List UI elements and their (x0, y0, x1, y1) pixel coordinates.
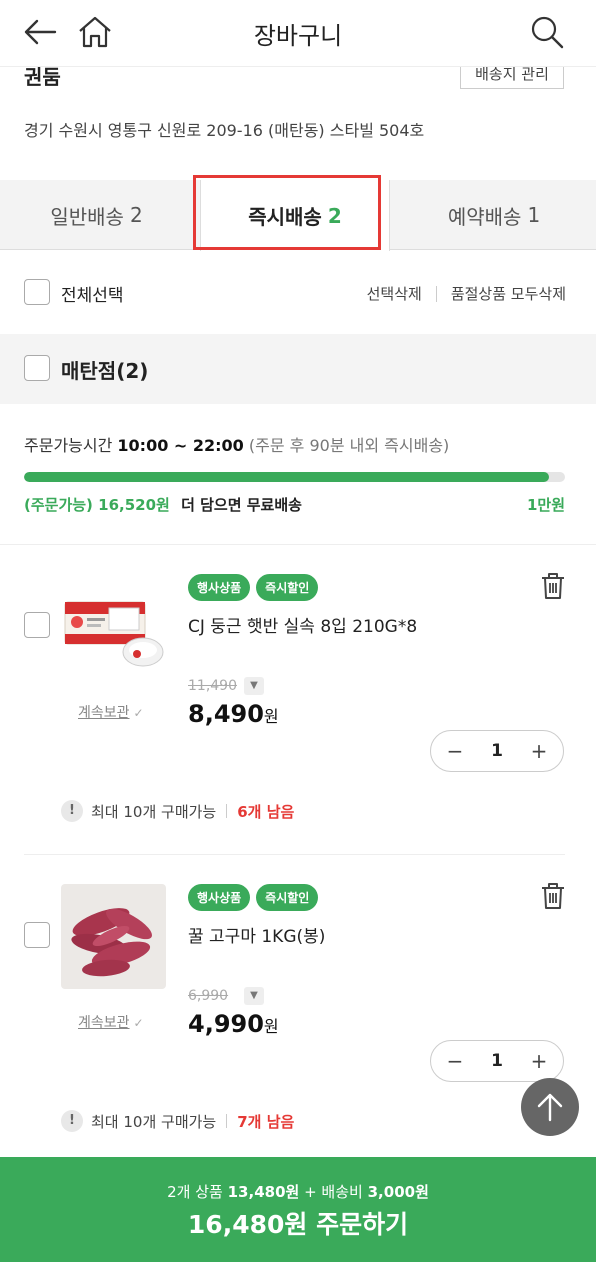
order-time-note: (주문 후 90분 내외 즉시배송) (243, 436, 450, 455)
store-checkbox[interactable] (24, 355, 50, 381)
item-name[interactable]: 꿀 고구마 1KG(봉) (188, 922, 325, 947)
tab-label: 예약배송 (447, 204, 522, 229)
free-shipping-progress (24, 472, 565, 482)
order-summary: 2개 상품 13,480원 + 배송비 3,000원 (0, 1181, 596, 1202)
price-value: 4,990 (188, 1010, 264, 1038)
increase-quantity-button[interactable]: + (529, 1049, 549, 1073)
badge-instant-discount: 즉시할인 (256, 884, 319, 911)
original-price: 11,490 (188, 678, 237, 694)
progress-fill (24, 472, 549, 482)
delete-item-button[interactable] (540, 572, 566, 600)
item-badges: 행사상품 즉시할인 (188, 884, 319, 911)
order-cta-label: 16,480원 주문하기 (187, 1210, 409, 1239)
quantity-value: 1 (491, 741, 503, 761)
stock-remaining: 7개 남음 (237, 1112, 295, 1131)
stock-remaining: 6개 남음 (237, 802, 295, 821)
tab-count: 2 (129, 203, 143, 227)
tab-label: 일반배송 (50, 204, 124, 229)
decrease-quantity-button[interactable]: − (445, 1049, 465, 1073)
keep-label: 계속보관 (78, 705, 130, 721)
select-all-checkbox[interactable] (24, 279, 50, 305)
sale-price: 4,990원 (188, 1010, 279, 1038)
original-price: 6,990 (188, 988, 229, 1004)
quantity-value: 1 (491, 1051, 503, 1071)
delete-item-button[interactable] (540, 882, 566, 910)
chevron-down-icon: ✓ (133, 706, 144, 720)
store-label: 매탄점(2) (61, 359, 149, 383)
divider (226, 1114, 228, 1128)
free-shipping-goal: 1만원 (526, 496, 565, 514)
tab-reserved-delivery[interactable]: 예약배송 1 (392, 180, 596, 250)
item-checkbox[interactable] (24, 922, 50, 948)
order-status: (주문가능) (24, 496, 93, 514)
currency-unit: 원 (263, 1017, 279, 1036)
chevron-down-icon: ✓ (133, 1016, 144, 1030)
address-manage-button[interactable]: 배송지 관리 (460, 67, 564, 89)
arrow-up-icon (537, 1093, 563, 1122)
remaining-amount: 16,520원 (98, 496, 170, 514)
delete-soldout-button[interactable]: 품절상품 모두삭제 (451, 283, 566, 304)
cart-item: 행사상품 즉시할인 CJ 둥근 햇반 실속 8입 210G*8 계속보관 ✓ 11… (0, 544, 596, 834)
rice-product-image (61, 574, 166, 679)
item-badges: 행사상품 즉시할인 (188, 574, 319, 601)
cart-item: 행사상품 즉시할인 꿀 고구마 1KG(봉) 계속보관 ✓ 6,990 ▼ 4,9… (0, 854, 596, 1144)
search-icon (531, 16, 564, 49)
store-header: 매탄점(2) (0, 334, 596, 404)
price-detail-toggle[interactable]: ▼ (244, 987, 264, 1005)
free-shipping-text: 더 담으면 무료배송 (181, 496, 302, 514)
shipping-fee: 3,000원 (367, 1183, 429, 1201)
item-checkbox[interactable] (24, 612, 50, 638)
highlight-box (193, 175, 381, 250)
select-bar: 전체선택 선택삭제 품절상품 모두삭제 (0, 250, 596, 334)
limit-text: 최대 10개 구매가능 (91, 1112, 217, 1131)
limit-text: 최대 10개 구매가능 (91, 802, 217, 821)
items-price: 13,480원 (227, 1183, 300, 1201)
currency-unit: 원 (263, 707, 279, 726)
keep-label: 계속보관 (78, 1015, 130, 1031)
price-detail-toggle[interactable]: ▼ (244, 677, 264, 695)
quantity-stepper: − 1 + (430, 1040, 564, 1082)
address-name: 권둠 (24, 66, 61, 89)
sale-price: 8,490원 (188, 700, 279, 728)
search-button[interactable] (527, 12, 567, 52)
divider (226, 804, 228, 818)
tab-normal-delivery[interactable]: 일반배송 2 (0, 180, 193, 250)
badge-event: 행사상품 (188, 574, 251, 601)
shipping-label: + 배송비 (304, 1183, 363, 1201)
address-line: 경기 수원시 영통구 신원로 209-16 (매탄동) 스타빌 504호 (24, 121, 425, 140)
page-title: 장바구니 (253, 22, 343, 50)
sweet-potato-image (61, 884, 166, 989)
badge-event: 행사상품 (188, 884, 251, 911)
increase-quantity-button[interactable]: + (529, 739, 549, 763)
scroll-to-top-button[interactable] (521, 1078, 579, 1136)
item-count: 2개 상품 (167, 1183, 223, 1201)
order-time-info: 주문가능시간 10:00 ~ 22:00 (주문 후 90분 내외 즉시배송) (24, 432, 449, 456)
keep-storage-button[interactable]: 계속보관 ✓ (78, 1012, 144, 1032)
keep-storage-button[interactable]: 계속보관 ✓ (78, 702, 144, 722)
product-thumbnail-sweet-potato[interactable] (61, 884, 166, 989)
delete-selected-button[interactable]: 선택삭제 (367, 283, 422, 304)
order-time-label: 주문가능시간 (24, 436, 118, 455)
product-thumbnail-rice[interactable] (61, 574, 166, 679)
order-button[interactable]: 2개 상품 13,480원 + 배송비 3,000원 16,480원 주문하기 (0, 1157, 596, 1262)
app-header: 장바구니 (0, 0, 596, 66)
item-name[interactable]: CJ 둥근 햇반 실속 8입 210G*8 (188, 612, 417, 637)
free-shipping-message: (주문가능) 16,520원 더 담으면 무료배송 (24, 494, 302, 515)
order-time-range: 10:00 ~ 22:00 (117, 436, 244, 455)
trash-icon (542, 573, 564, 599)
select-all-label[interactable]: 전체선택 (61, 281, 124, 306)
exclamation-icon: ! (61, 800, 83, 822)
quantity-stepper: − 1 + (430, 730, 564, 772)
purchase-limit: ! 최대 10개 구매가능 7개 남음 (61, 1110, 294, 1132)
tab-count: 1 (527, 203, 541, 227)
delivery-address-section: 권둠 배송지 관리 경기 수원시 영통구 신원로 209-16 (매탄동) 스타… (0, 66, 596, 180)
divider (435, 285, 437, 302)
exclamation-icon: ! (61, 1110, 83, 1132)
decrease-quantity-button[interactable]: − (445, 739, 465, 763)
price-value: 8,490 (188, 700, 264, 728)
badge-instant-discount: 즉시할인 (256, 574, 319, 601)
trash-icon (542, 883, 564, 909)
purchase-limit: ! 최대 10개 구매가능 6개 남음 (61, 800, 294, 822)
selection-actions: 선택삭제 품절상품 모두삭제 (367, 283, 566, 304)
